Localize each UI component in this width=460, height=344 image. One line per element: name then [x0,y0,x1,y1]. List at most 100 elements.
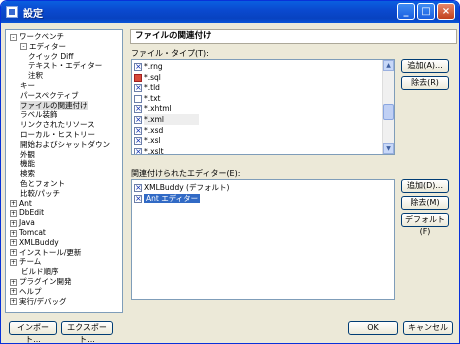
list-item[interactable]: *.sql [134,72,161,83]
tree-item[interactable]: パースペクティブ [20,91,79,101]
tree-item[interactable]: + ヘルプ [10,287,42,297]
cancel-button[interactable]: キャンセル [403,321,453,335]
tree-item-label: 外観 [20,149,35,159]
tree-item[interactable]: テキスト・エディター [28,61,102,71]
tree-item-label: ヘルプ [19,286,42,296]
scroll-up-icon[interactable]: ▲ [383,60,394,71]
tree-item[interactable]: 注釈 [28,71,43,81]
tree-item[interactable]: + Tomcat [10,228,46,238]
list-item[interactable]: *.xml [134,114,199,125]
list-item[interactable]: Ant エディター [134,193,201,204]
file-type-icon [134,114,142,125]
ok-button[interactable]: OK [348,321,398,335]
tree-item[interactable]: + DbEdit [10,208,44,218]
tree-item[interactable]: + プラグイン開発 [10,277,72,287]
tree-item[interactable]: ビルド順序 [10,267,59,277]
expand-icon[interactable]: + [10,298,17,306]
expand-icon[interactable]: + [10,278,17,286]
expand-icon[interactable]: + [10,239,17,247]
list-item-label: *.rng [144,62,163,71]
tree-item[interactable]: リンクされたリソース [20,120,95,130]
editors-list[interactable]: XMLBuddy (デフォルト) Ant エディター [131,179,395,300]
tree-item-label: 実行/デバッグ [19,296,67,306]
tree-item-label: 開始およびシャットダウン [20,139,110,149]
file-type-icon [134,61,142,72]
preferences-tree[interactable]: - ワークベンチ - エディター クイック Diff テキスト・エディター 注釈 キー パースペ… [5,29,123,313]
list-item-label: *.xslt [144,146,164,155]
file-type-icon [134,135,142,146]
sql-file-icon [134,73,142,82]
tree-item-label: 検索 [20,169,35,179]
tree-item[interactable]: 開始およびシャットダウン [20,140,110,150]
expand-icon[interactable]: + [10,209,17,217]
tree-item[interactable]: ローカル・ヒストリー [20,130,95,140]
list-item[interactable]: *.tld [134,82,160,93]
file-type-icon [134,94,142,103]
default-editor-button[interactable]: デフォルト(F) [401,213,449,236]
collapse-icon[interactable]: - [20,43,27,51]
tree-item[interactable]: 機能 [20,159,35,169]
file-types-list[interactable]: ▲ ▼ *.rng*.sql*.tld*.txt*.xhtml*.xml*.xs… [131,59,395,155]
tree-item-label: キー [20,81,35,90]
scroll-down-icon[interactable]: ▼ [383,143,394,154]
add-file-type-button[interactable]: 追加(A)... [401,59,449,73]
expand-icon[interactable]: + [10,258,17,266]
file-type-icon [134,82,142,93]
tree-item[interactable]: + XMLBuddy [10,238,59,248]
tree-item[interactable]: ラベル装飾 [20,110,58,120]
tree-item[interactable]: + 実行/デバッグ [10,297,67,307]
title-bar[interactable]: 設定 _ □ × [1,1,459,23]
tree-item-label: ビルド順序 [21,267,59,277]
collapse-icon[interactable]: - [10,33,17,41]
tree-item[interactable]: - エディター [20,42,66,52]
tree-item[interactable]: 色とフォント [20,179,65,189]
file-types-scrollbar[interactable]: ▲ ▼ [382,60,394,154]
tree-item[interactable]: + インストール/更新 [10,248,81,258]
expand-icon[interactable]: + [10,229,17,237]
tree-item-label: 比較/パッチ [20,188,61,198]
tree-item[interactable]: + Ant [10,199,32,209]
minimize-button[interactable]: _ [397,3,415,20]
export-button[interactable]: エクスポート... [61,321,113,343]
tree-item[interactable]: キー [20,81,35,91]
remove-editor-button[interactable]: 除去(M) [401,196,449,210]
tree-item[interactable]: + チーム [10,257,41,267]
expand-icon[interactable]: + [10,219,17,227]
tree-item-label: ローカル・ヒストリー [20,130,95,139]
tree-item[interactable]: + Java [10,218,35,228]
tree-item-label: 色とフォント [20,179,65,188]
app-icon [6,6,18,18]
tree-item-label: プラグイン開発 [19,277,72,286]
remove-file-type-button[interactable]: 除去(R) [401,76,449,90]
tree-item-label: Ant [19,198,32,208]
list-item-label: *.xhtml [144,104,172,114]
tree-item-label: ファイルの関連付け [20,100,88,110]
list-item-label: *.xml [144,114,199,125]
tree-item[interactable]: 検索 [20,169,35,179]
list-item[interactable]: *.rng [134,61,163,72]
expand-icon[interactable]: + [10,200,17,208]
scroll-thumb[interactable] [383,104,394,120]
expand-icon[interactable]: + [10,249,17,257]
close-button[interactable]: × [437,3,455,20]
tree-item[interactable]: 比較/パッチ [20,189,60,199]
tree-item-label: 注釈 [28,71,43,81]
tree-item-label: インストール/更新 [19,247,82,257]
import-button[interactable]: インポート... [9,321,57,343]
tree-item-label: エディター [29,41,66,51]
list-item[interactable]: *.txt [134,93,160,104]
file-type-icon [134,125,142,136]
tree-item[interactable]: - ワークベンチ [10,32,64,42]
list-item-label: *.txt [144,93,161,103]
maximize-button[interactable]: □ [417,3,435,20]
page-title: ファイルの関連付け [130,29,457,44]
list-item[interactable]: *.xsl [134,135,161,146]
add-editor-button[interactable]: 追加(D)... [401,179,449,193]
list-item[interactable]: *.xslt [134,146,164,155]
expand-icon[interactable]: + [10,288,17,296]
list-item[interactable]: XMLBuddy (デフォルト) [134,182,229,193]
tree-item-label: ワークベンチ [19,32,64,41]
list-item[interactable]: *.xhtml [134,103,172,114]
file-type-icon [134,146,142,154]
list-item[interactable]: *.xsd [134,125,163,136]
